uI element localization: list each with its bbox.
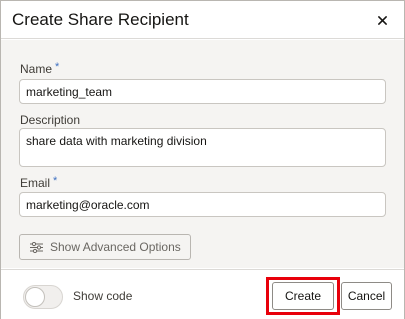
show-code-toggle[interactable] bbox=[23, 285, 63, 309]
description-label: Description bbox=[20, 113, 81, 127]
create-share-recipient-dialog: Create Share Recipient Name* Description… bbox=[0, 0, 405, 319]
name-label: Name bbox=[20, 62, 53, 76]
show-advanced-options-button[interactable]: Show Advanced Options bbox=[19, 234, 191, 260]
email-input[interactable] bbox=[19, 192, 386, 217]
description-input[interactable]: share data with marketing division bbox=[19, 128, 386, 167]
toggle-knob bbox=[25, 287, 45, 307]
dialog-body: Name* Description share data with market… bbox=[1, 40, 404, 268]
name-label-row: Name * bbox=[20, 61, 60, 77]
dialog-title: Create Share Recipient bbox=[12, 10, 189, 29]
email-required-mark: * bbox=[53, 175, 58, 187]
close-button[interactable] bbox=[371, 10, 393, 30]
dialog-footer: Show code Create Cancel bbox=[1, 269, 404, 319]
sliders-icon bbox=[30, 241, 43, 253]
name-required-mark: * bbox=[55, 61, 60, 73]
show-advanced-options-label: Show Advanced Options bbox=[50, 240, 181, 254]
create-button[interactable]: Create bbox=[272, 282, 334, 310]
close-icon bbox=[377, 15, 387, 25]
email-label-row: Email * bbox=[20, 175, 58, 191]
email-label: Email bbox=[20, 176, 51, 190]
dialog-header: Create Share Recipient bbox=[1, 1, 404, 39]
cancel-button[interactable]: Cancel bbox=[341, 282, 392, 310]
show-code-label: Show code bbox=[73, 289, 133, 303]
name-input[interactable] bbox=[19, 79, 386, 104]
